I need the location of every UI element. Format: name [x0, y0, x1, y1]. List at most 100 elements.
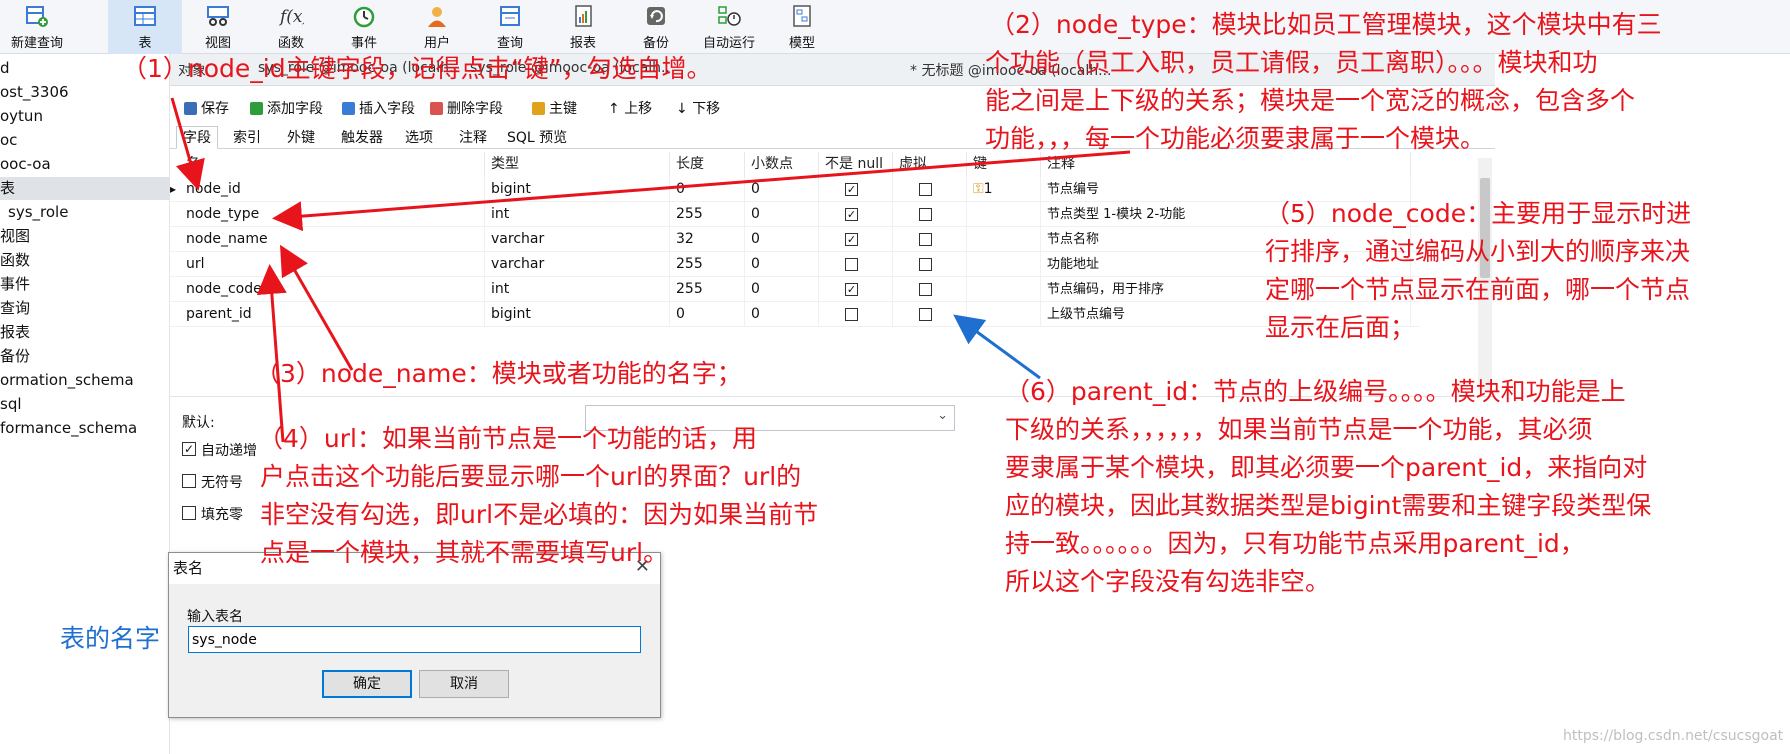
cell-decimals[interactable]: 0 [745, 277, 819, 302]
cell-length[interactable]: 0 [670, 177, 745, 202]
not-null-checkbox[interactable]: ✓ [845, 283, 858, 296]
tab-options[interactable]: 选项 [398, 126, 440, 149]
nav-item[interactable]: ooc-oa [0, 153, 170, 176]
cell-type[interactable]: varchar [485, 252, 670, 277]
cell-virtual[interactable] [893, 277, 967, 302]
cell-type[interactable]: int [485, 202, 670, 227]
nav-item[interactable]: oytun [0, 105, 170, 128]
cell-name[interactable]: node_code [180, 277, 485, 302]
cell-key[interactable] [967, 227, 1041, 252]
col-header-name[interactable]: 名 [180, 152, 485, 177]
nav-item-sys-role[interactable]: sys_role [0, 201, 170, 224]
virtual-checkbox[interactable] [919, 258, 932, 271]
ribbon-autorun-button[interactable]: 自动运行 [692, 0, 766, 54]
col-header-not-null[interactable]: 不是 null [819, 152, 893, 177]
cell-key[interactable] [967, 252, 1041, 277]
cell-length[interactable]: 255 [670, 202, 745, 227]
tab-fields[interactable]: 字段 [176, 126, 218, 149]
cell-type[interactable]: varchar [485, 227, 670, 252]
nav-item-tables[interactable]: 表 [0, 177, 170, 200]
cell-key[interactable] [967, 202, 1041, 227]
tab-triggers[interactable]: 触发器 [334, 126, 390, 149]
primary-key-button[interactable]: 主键 [532, 98, 577, 118]
cell-not-null[interactable]: ✓ [819, 177, 893, 202]
table-row[interactable]: node_name varchar 32 0 ✓ 节点名称 [170, 227, 1420, 252]
col-header-decimals[interactable]: 小数点 [745, 152, 819, 177]
cell-decimals[interactable]: 0 [745, 252, 819, 277]
tab-comment[interactable]: 注释 [452, 126, 494, 149]
ribbon-function-button[interactable]: f(x) 函数 [254, 0, 328, 54]
cell-not-null[interactable] [819, 252, 893, 277]
ribbon-backup-button[interactable]: 备份 [619, 0, 693, 54]
table-row[interactable]: node_type int 255 0 ✓ 节点类型 1-模块 2-功能 [170, 202, 1420, 227]
tab-foreign-keys[interactable]: 外键 [280, 126, 322, 149]
tab-sql-preview[interactable]: SQL 预览 [500, 126, 574, 149]
ribbon-new-query-button[interactable]: 新建查询 [0, 0, 74, 54]
ok-button[interactable]: 确定 [322, 670, 412, 698]
virtual-checkbox[interactable] [919, 183, 932, 196]
table-name-input[interactable] [188, 626, 641, 653]
cell-virtual[interactable] [893, 177, 967, 202]
ribbon-user-button[interactable]: 用户 [400, 0, 474, 54]
cell-virtual[interactable] [893, 252, 967, 277]
virtual-checkbox[interactable] [919, 208, 932, 221]
col-header-length[interactable]: 长度 [670, 152, 745, 177]
cell-decimals[interactable]: 0 [745, 177, 819, 202]
cell-not-null[interactable]: ✓ [819, 227, 893, 252]
table-row[interactable]: ▸ node_id bigint 0 0 ✓ ⚿1 节点编号 [170, 177, 1420, 202]
cell-type[interactable]: bigint [485, 177, 670, 202]
cell-name[interactable]: parent_id [180, 302, 485, 327]
nav-item[interactable]: 视图 [0, 225, 170, 248]
ribbon-table-button[interactable]: 表 [108, 0, 182, 54]
not-null-checkbox[interactable]: ✓ [845, 233, 858, 246]
ribbon-model-button[interactable]: 模型 [765, 0, 839, 54]
cell-virtual[interactable] [893, 302, 967, 327]
cell-decimals[interactable]: 0 [745, 302, 819, 327]
cell-decimals[interactable]: 0 [745, 227, 819, 252]
cell-virtual[interactable] [893, 202, 967, 227]
cell-name[interactable]: node_name [180, 227, 485, 252]
cell-length[interactable]: 0 [670, 302, 745, 327]
add-field-button[interactable]: 添加字段 [250, 98, 323, 118]
table-row[interactable]: url varchar 255 0 功能地址 [170, 252, 1420, 277]
nav-item[interactable]: 函数 [0, 249, 170, 272]
virtual-checkbox[interactable] [919, 283, 932, 296]
cell-length[interactable]: 32 [670, 227, 745, 252]
delete-field-button[interactable]: 删除字段 [430, 98, 503, 118]
table-row[interactable]: node_code int 255 0 ✓ 节点编码，用于排序 [170, 277, 1420, 302]
table-row[interactable]: parent_id bigint 0 0 上级节点编号 [170, 302, 1420, 327]
cancel-button[interactable]: 取消 [419, 670, 509, 698]
ribbon-view-button[interactable]: 视图 [181, 0, 255, 54]
cell-key[interactable] [967, 302, 1041, 327]
nav-item[interactable]: formance_schema [0, 417, 170, 440]
cell-type[interactable]: bigint [485, 302, 670, 327]
nav-item[interactable]: sql [0, 393, 170, 416]
nav-item[interactable]: 备份 [0, 345, 170, 368]
cell-key[interactable]: ⚿1 [967, 177, 1041, 202]
ribbon-report-button[interactable]: 报表 [546, 0, 620, 54]
nav-item[interactable]: oc [0, 129, 170, 152]
auto-increment-checkbox[interactable]: ✓ [182, 442, 196, 456]
save-button[interactable]: 保存 [184, 98, 229, 118]
cell-key[interactable] [967, 277, 1041, 302]
move-up-button[interactable]: ↑ 上移 [608, 98, 652, 118]
cell-not-null[interactable]: ✓ [819, 277, 893, 302]
move-down-button[interactable]: ↓ 下移 [676, 98, 720, 118]
ribbon-query-button[interactable]: 查询 [473, 0, 547, 54]
virtual-checkbox[interactable] [919, 233, 932, 246]
cell-not-null[interactable]: ✓ [819, 202, 893, 227]
zerofill-checkbox[interactable] [182, 506, 196, 520]
nav-item[interactable]: 报表 [0, 321, 170, 344]
cell-name[interactable]: node_type [180, 202, 485, 227]
not-null-checkbox[interactable]: ✓ [845, 208, 858, 221]
virtual-checkbox[interactable] [919, 308, 932, 321]
cell-virtual[interactable] [893, 227, 967, 252]
cell-not-null[interactable] [819, 302, 893, 327]
cell-type[interactable]: int [485, 277, 670, 302]
cell-name[interactable]: node_id [180, 177, 485, 202]
not-null-checkbox[interactable] [845, 308, 858, 321]
col-header-type[interactable]: 类型 [485, 152, 670, 177]
unsigned-checkbox[interactable] [182, 474, 196, 488]
cell-length[interactable]: 255 [670, 252, 745, 277]
ribbon-event-button[interactable]: 事件 [327, 0, 401, 54]
